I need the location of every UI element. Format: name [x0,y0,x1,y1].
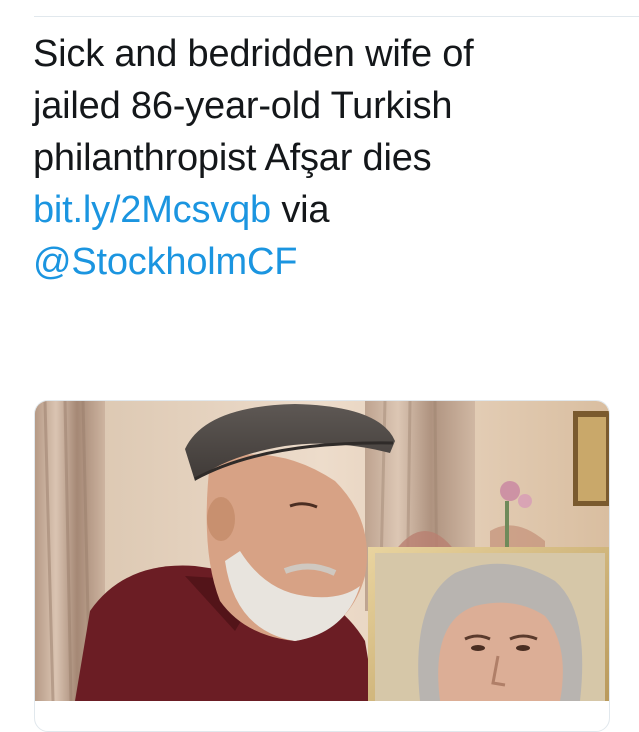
tweet-mention-line: @StockholmCF [33,236,623,288]
card-image[interactable] [35,401,609,701]
top-divider [34,16,639,17]
tweet-text-line-2: jailed 86-year-old Turkish [33,85,453,127]
tweet-text-line-1: Sick and bedridden wife of [33,33,474,75]
link-card[interactable] [34,400,610,732]
mention-link[interactable]: @StockholmCF [33,241,297,283]
via-word: via [281,189,330,231]
tweet-text-line-3: philanthropist Afşar dies [33,137,432,179]
tweet-link-line: bit.ly/2Mcsvqb via [33,184,623,236]
tweet-text: Sick and bedridden wife of jailed 86-yea… [33,28,623,288]
news-photo-icon [35,401,609,701]
tweet-link[interactable]: bit.ly/2Mcsvqb [33,189,271,231]
